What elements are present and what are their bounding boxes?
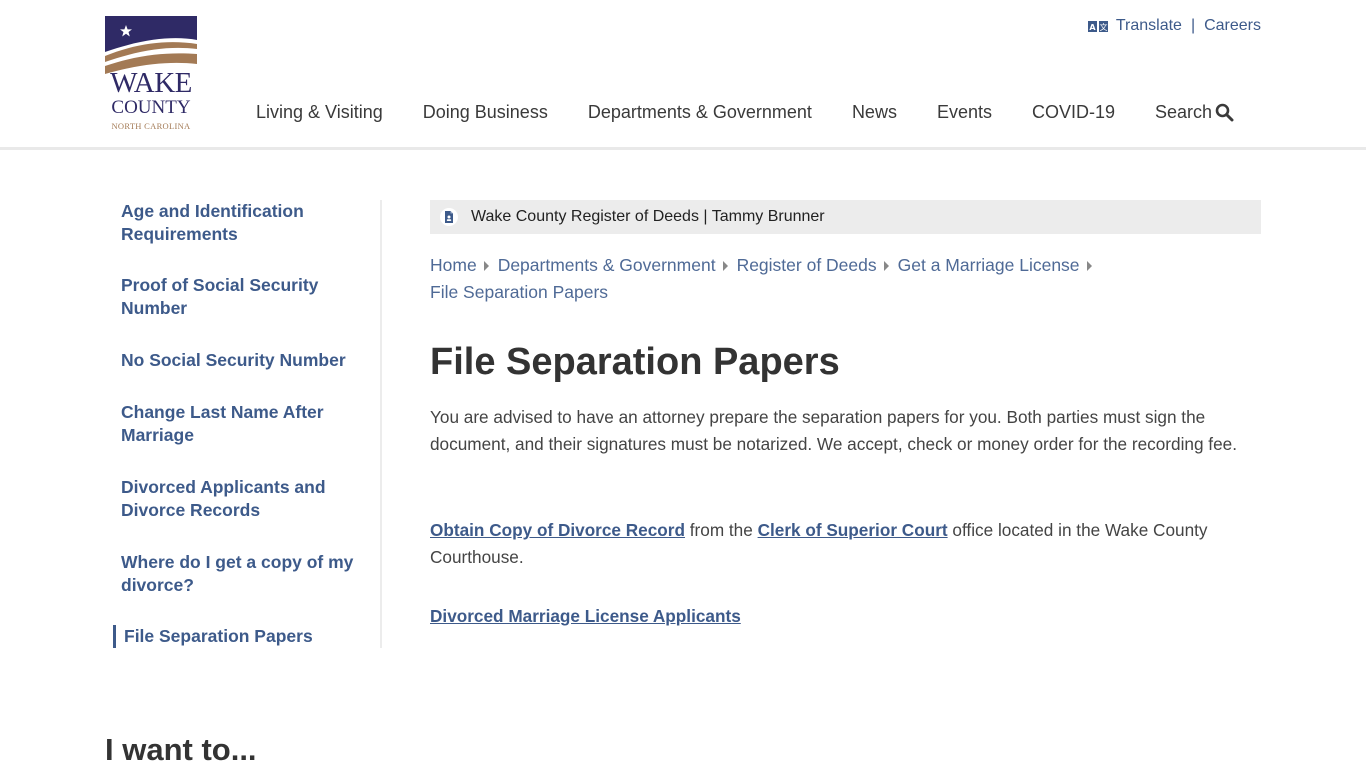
i-want-to-heading: I want to... — [105, 732, 257, 767]
sidebar-item-change-last-name[interactable]: Change Last Name After Marriage — [121, 401, 361, 447]
search-label: Search — [1155, 102, 1213, 122]
agency-text: Wake County Register of Deeds | Tammy Br… — [471, 208, 825, 225]
clerk-superior-court-link[interactable]: Clerk of Superior Court — [758, 520, 948, 540]
nav-events[interactable]: Events — [937, 100, 992, 124]
main-nav: Living & Visiting Doing Business Departm… — [256, 100, 1234, 124]
breadcrumb-current-page[interactable]: File Separation Papers — [430, 282, 608, 302]
active-indicator — [113, 625, 116, 648]
caret-right-icon — [483, 260, 489, 271]
applicants-paragraph: Divorced Marriage License Applicants — [430, 603, 1250, 630]
section-sidebar-nav: Age and Identification Requirements Proo… — [105, 200, 382, 648]
nav-departments-government[interactable]: Departments & Government — [588, 100, 812, 124]
breadcrumb-departments-government[interactable]: Departments & Government — [498, 255, 716, 275]
page-title: File Separation Papers — [430, 341, 840, 383]
logo-state-text: NORTH CAROLINA — [111, 121, 191, 131]
sidebar-item-copy-of-divorce[interactable]: Where do I get a copy of my divorce? — [121, 551, 361, 597]
utility-separator: | — [1190, 17, 1196, 34]
divorce-record-paragraph: Obtain Copy of Divorce Record from the C… — [430, 517, 1250, 571]
translate-link[interactable]: Translate — [1116, 17, 1182, 35]
nav-doing-business[interactable]: Doing Business — [423, 100, 548, 124]
sidebar-item-no-ssn[interactable]: No Social Security Number — [121, 349, 361, 372]
header-divider — [0, 147, 1366, 150]
paragraph-text: from the — [684, 520, 758, 540]
nav-living-visiting[interactable]: Living & Visiting — [256, 100, 383, 124]
sidebar-item-age-identification[interactable]: Age and Identification Requirements — [121, 200, 361, 246]
logo-county-text: COUNTY — [111, 97, 191, 118]
caret-right-icon — [883, 260, 889, 271]
search-icon — [1215, 103, 1234, 121]
utility-nav: A 文 Translate | Careers — [1087, 17, 1261, 35]
breadcrumb: Home Departments & Government Register of … — [430, 252, 1230, 306]
wake-county-logo[interactable]: WAKE COUNTY NORTH CAROLINA — [105, 16, 197, 132]
divorced-applicants-link[interactable]: Divorced Marriage License Applicants — [430, 606, 741, 626]
svg-text:A: A — [1089, 23, 1096, 32]
obtain-divorce-record-link[interactable]: Obtain Copy of Divorce Record — [430, 520, 685, 540]
intro-paragraph: You are advised to have an attorney prep… — [430, 407, 1237, 454]
breadcrumb-marriage-license[interactable]: Get a Marriage License — [898, 255, 1080, 275]
caret-right-icon — [722, 260, 728, 271]
nav-news[interactable]: News — [852, 100, 897, 124]
sidebar-item-proof-ssn[interactable]: Proof of Social Security Number — [121, 274, 361, 320]
nav-search-button[interactable]: Search — [1155, 100, 1234, 124]
breadcrumb-home[interactable]: Home — [430, 255, 477, 275]
sidebar-item-file-separation-papers[interactable]: File Separation Papers — [124, 625, 364, 648]
breadcrumb-register-of-deeds[interactable]: Register of Deeds — [737, 255, 877, 275]
nav-covid-19[interactable]: COVID-19 — [1032, 100, 1115, 124]
document-user-icon — [440, 208, 458, 226]
svg-text:文: 文 — [1099, 22, 1107, 32]
logo-wake-text: WAKE — [110, 67, 192, 99]
careers-link[interactable]: Careers — [1204, 17, 1261, 35]
translate-icon[interactable]: A 文 — [1087, 20, 1108, 32]
sidebar-item-divorced-applicants[interactable]: Divorced Applicants and Divorce Records — [121, 476, 361, 522]
agency-banner[interactable]: Wake County Register of Deeds | Tammy Br… — [430, 200, 1261, 234]
caret-right-icon — [1086, 260, 1092, 271]
site-header: WAKE COUNTY NORTH CAROLINA A 文 Translate… — [0, 0, 1366, 147]
